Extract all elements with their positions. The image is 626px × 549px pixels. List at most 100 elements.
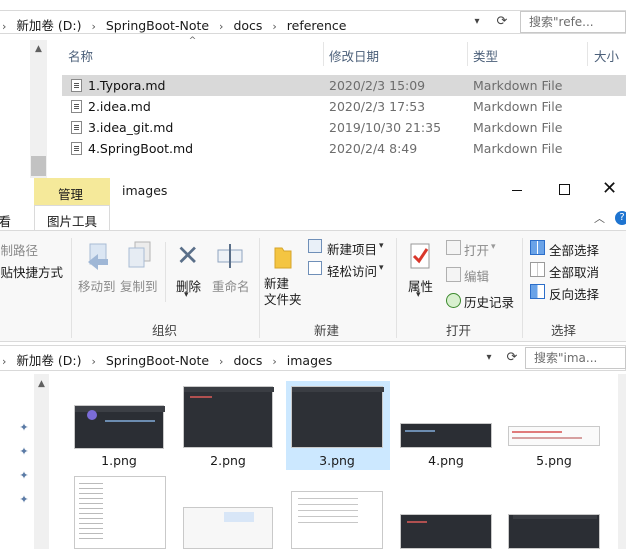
thumb-detail xyxy=(405,430,435,432)
thumb-detail xyxy=(87,410,97,420)
markdown-file-icon xyxy=(71,79,82,92)
pin-icon[interactable]: ✦ xyxy=(18,470,30,482)
rename-icon xyxy=(216,242,246,270)
bottom-search-input[interactable]: 搜索"ima... xyxy=(525,347,626,369)
easy-access-button[interactable]: 轻松访问 xyxy=(327,261,377,280)
column-header-type[interactable]: 类型 xyxy=(473,46,498,65)
tab-view[interactable]: 查看 xyxy=(0,211,11,230)
image-thumbnail[interactable] xyxy=(291,386,384,448)
file-row[interactable]: 1.Typora.md 2020/2/3 15:09 Markdown File xyxy=(62,75,626,96)
copy-to-button[interactable]: 复制到 xyxy=(120,276,158,295)
image-thumbnail[interactable] xyxy=(291,491,383,549)
image-label: 4.png xyxy=(428,453,464,468)
maximize-button[interactable] xyxy=(559,184,570,195)
file-type: Markdown File xyxy=(473,78,563,93)
image-thumbnail[interactable] xyxy=(74,405,165,449)
move-to-button[interactable]: 移动到 xyxy=(78,276,116,295)
pin-icon[interactable]: ✦ xyxy=(18,422,30,434)
pin-icon[interactable]: ✦ xyxy=(18,494,30,506)
image-label: 3.png xyxy=(319,453,355,468)
invert-selection-button[interactable]: 反向选择 xyxy=(549,284,599,303)
column-header-date[interactable]: 修改日期 xyxy=(329,46,379,65)
breadcrumb-reference[interactable]: reference xyxy=(287,18,347,33)
manage-tab-label: 管理 xyxy=(58,187,84,202)
file-name: 1.Typora.md xyxy=(88,78,166,93)
file-date: 2020/2/3 17:53 xyxy=(329,99,426,114)
properties-dropdown-icon[interactable]: ▾ xyxy=(416,290,421,300)
sort-up-icon: ^ xyxy=(188,36,197,46)
new-item-button[interactable]: 新建项目 xyxy=(327,239,377,258)
image-thumbnail[interactable] xyxy=(74,476,166,549)
select-all-button[interactable]: 全部选择 xyxy=(549,240,599,259)
column-header-size[interactable]: 大小 xyxy=(594,46,619,65)
scroll-up-icon[interactable]: ▲ xyxy=(33,379,50,389)
copy-path-button[interactable]: 复制路径 xyxy=(0,240,38,259)
group-select-label: 选择 xyxy=(551,323,577,338)
breadcrumb-images[interactable]: images xyxy=(287,353,332,368)
image-thumbnail[interactable] xyxy=(508,514,600,549)
history-icon xyxy=(446,293,461,308)
new-item-icon xyxy=(308,239,322,253)
file-type: Markdown File xyxy=(473,99,563,114)
chevron-right-icon: › xyxy=(219,20,224,33)
refresh-button[interactable]: ⟳ xyxy=(491,11,513,33)
file-row[interactable]: 4.SpringBoot.md 2020/2/4 8:49 Markdown F… xyxy=(62,138,626,159)
group-separator xyxy=(259,238,260,338)
edit-button[interactable]: 编辑 xyxy=(464,266,489,285)
file-row[interactable]: 2.idea.md 2020/2/3 17:53 Markdown File xyxy=(62,96,626,117)
paste-shortcut-button[interactable]: 粘贴快捷方式 xyxy=(0,262,63,281)
content-scrollbar[interactable] xyxy=(618,374,626,549)
thumb-detail xyxy=(298,498,358,528)
image-thumbnail[interactable] xyxy=(508,426,600,446)
scroll-up-icon[interactable]: ▲ xyxy=(30,44,47,54)
window-title: images xyxy=(122,183,168,198)
image-thumbnail[interactable] xyxy=(183,386,274,448)
edit-icon xyxy=(446,267,461,282)
image-thumbnail[interactable] xyxy=(400,514,492,549)
minimize-button[interactable] xyxy=(512,190,522,191)
breadcrumb-docs[interactable]: docs xyxy=(233,18,262,33)
file-type: Markdown File xyxy=(473,141,563,156)
image-thumbnail[interactable] xyxy=(183,507,273,549)
breadcrumb-docs[interactable]: docs xyxy=(233,353,262,368)
markdown-file-icon xyxy=(71,121,82,134)
new-folder-button[interactable]: 新建 文件夹 xyxy=(264,276,302,308)
pin-icon[interactable]: ✦ xyxy=(18,446,30,458)
ribbon-collapse-icon[interactable]: ︿ xyxy=(594,210,605,226)
refresh-button[interactable]: ⟳ xyxy=(501,347,523,369)
close-button[interactable]: ✕ xyxy=(602,180,617,198)
top-search-input[interactable]: 搜索"refe... xyxy=(520,11,626,33)
address-history-dropdown[interactable]: ▾ xyxy=(479,348,499,368)
group-organize-label: 组织 xyxy=(152,323,178,338)
nav-scrollbar[interactable] xyxy=(34,374,49,549)
select-none-icon xyxy=(530,262,545,277)
chevron-right-icon: › xyxy=(2,20,7,33)
open-icon xyxy=(446,240,461,255)
chevron-right-icon: › xyxy=(272,20,277,33)
history-button[interactable]: 历史记录 xyxy=(464,292,514,311)
easy-access-dropdown-icon[interactable]: ▾ xyxy=(379,263,384,273)
breadcrumb-drive[interactable]: 新加卷 (D:) xyxy=(16,350,81,369)
new-item-dropdown-icon[interactable]: ▾ xyxy=(379,241,384,251)
open-button[interactable]: 打开 xyxy=(464,240,489,259)
new-folder-icon xyxy=(272,244,294,270)
address-history-dropdown[interactable]: ▾ xyxy=(467,12,487,32)
image-thumbnail[interactable] xyxy=(400,423,492,448)
help-icon[interactable]: ? xyxy=(615,211,626,225)
thumb-detail xyxy=(292,387,384,392)
column-header-name[interactable]: 名称 xyxy=(68,46,93,65)
open-dropdown-icon[interactable]: ▾ xyxy=(491,242,496,252)
group-separator xyxy=(522,238,523,338)
tab-picture-tools-label: 图片工具 xyxy=(47,214,98,229)
select-none-button[interactable]: 全部取消 xyxy=(549,262,599,281)
breadcrumb-drive[interactable]: 新加卷 (D:) xyxy=(16,15,81,34)
select-all-icon xyxy=(530,240,545,255)
thumb-detail xyxy=(184,387,274,392)
nav-scrollbar-thumb[interactable] xyxy=(31,156,46,176)
file-name: 3.idea_git.md xyxy=(88,120,174,135)
breadcrumb-springboot-note[interactable]: SpringBoot-Note xyxy=(106,18,209,33)
rename-button[interactable]: 重命名 xyxy=(212,276,250,295)
file-row[interactable]: 3.idea_git.md 2019/10/30 21:35 Markdown … xyxy=(62,117,626,138)
breadcrumb-springboot-note[interactable]: SpringBoot-Note xyxy=(106,353,209,368)
delete-dropdown-icon[interactable]: ▾ xyxy=(184,290,189,300)
